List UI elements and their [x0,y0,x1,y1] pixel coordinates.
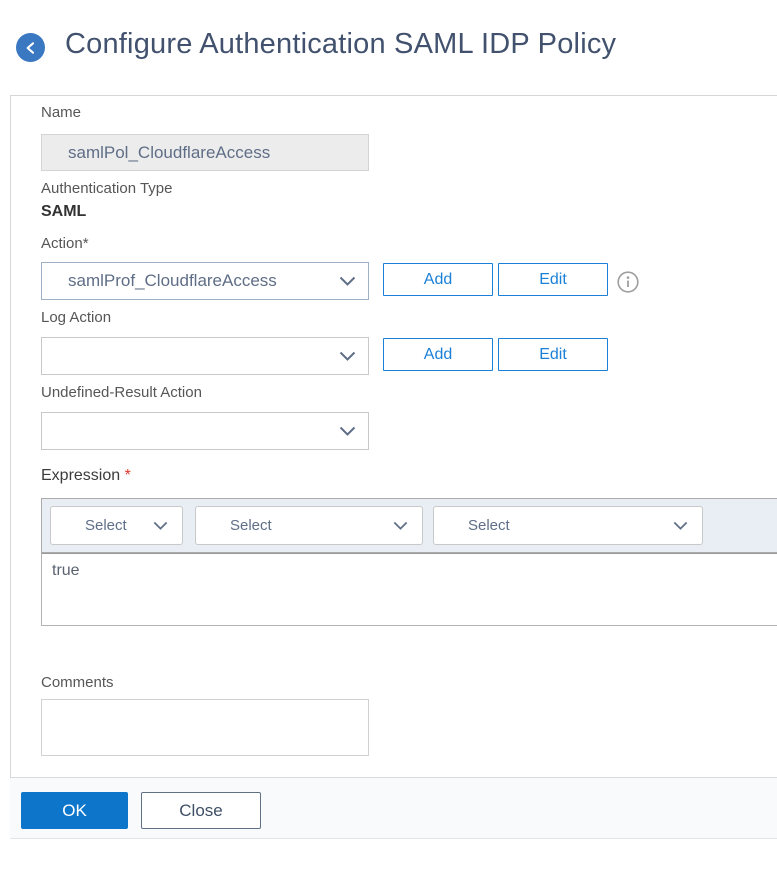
name-label: Name [41,104,81,121]
undefined-result-action-dropdown[interactable] [41,412,369,450]
page-title: Configure Authentication SAML IDP Policy [65,28,616,61]
expression-select-2-value: Select [196,517,393,534]
page-header: Configure Authentication SAML IDP Policy [0,0,777,95]
name-input[interactable] [41,134,369,171]
form-footer: OK Close [10,777,777,839]
auth-type-label: Authentication Type [41,180,172,197]
comments-input[interactable] [41,699,369,756]
info-icon[interactable] [617,271,639,293]
log-action-label: Log Action [41,309,111,326]
required-marker: * [125,467,131,484]
action-add-button[interactable]: Add [383,263,493,296]
comments-label: Comments [41,674,114,691]
chevron-down-icon [339,426,356,437]
chevron-down-icon [339,351,356,362]
expression-select-1-value: Select [51,517,153,534]
expression-label: Expression * [41,467,131,485]
chevron-down-icon [339,276,356,287]
action-edit-button[interactable]: Edit [498,263,608,296]
chevron-down-icon [673,521,688,531]
close-button[interactable]: Close [141,792,261,829]
expression-label-text: Expression [41,467,120,484]
chevron-down-icon [153,521,168,531]
expression-select-3-value: Select [434,517,673,534]
auth-type-value: SAML [41,203,86,221]
expression-editor[interactable]: true [41,553,777,626]
action-label: Action* [41,235,89,252]
expression-select-1[interactable]: Select [50,506,183,545]
expression-select-2[interactable]: Select [195,506,423,545]
config-form-panel: Name Authentication Type SAML Action* sa… [10,95,777,838]
back-button[interactable] [16,33,45,62]
action-dropdown[interactable]: samlProf_CloudflareAccess [41,262,369,300]
log-action-add-button[interactable]: Add [383,338,493,371]
log-action-edit-button[interactable]: Edit [498,338,608,371]
action-dropdown-value: samlProf_CloudflareAccess [42,271,339,291]
expression-select-3[interactable]: Select [433,506,703,545]
chevron-down-icon [393,521,408,531]
expression-toolbar: Select Select Select [41,498,777,553]
log-action-dropdown[interactable] [41,337,369,375]
arrow-left-icon [23,40,39,56]
undefined-result-action-label: Undefined-Result Action [41,384,202,401]
ok-button[interactable]: OK [21,792,128,829]
